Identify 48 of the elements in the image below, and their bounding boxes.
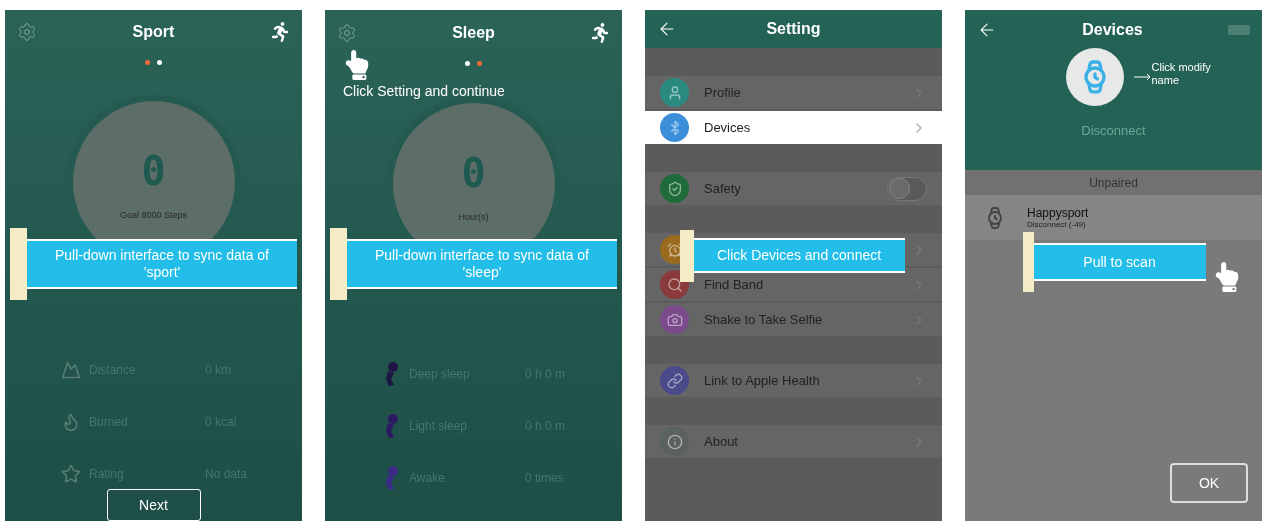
- tape-strip: [1023, 232, 1034, 292]
- pointing-hand-icon: [345, 50, 369, 80]
- progress-value: 0: [141, 150, 166, 191]
- ok-button[interactable]: OK: [1170, 463, 1248, 503]
- hint-toast: Pull to scan: [1033, 243, 1206, 281]
- tape-strip: [10, 228, 27, 300]
- row-label: Devices: [704, 118, 751, 137]
- row-label: Link to Apple Health: [704, 371, 820, 390]
- next-button[interactable]: Next: [106, 489, 201, 521]
- device-row[interactable]: Happysport Disconnect (-49): [965, 195, 1262, 240]
- device-status: Disconnect (-49): [1027, 219, 1086, 230]
- settings-row[interactable]: Shake to Take Selfie: [645, 303, 942, 336]
- tape-strip: [680, 230, 694, 282]
- pointing-hand-icon: [1215, 262, 1239, 292]
- section-header: Unpaired: [965, 170, 1262, 195]
- row-label: Safety: [704, 179, 741, 198]
- hint-text: Click modify name: [1151, 61, 1212, 87]
- screen-title: Setting: [766, 19, 821, 39]
- progress-caption: Hour(s): [458, 211, 489, 224]
- screen-title: Sleep: [452, 22, 495, 43]
- hint-text: Click Setting and continue: [343, 82, 505, 101]
- battery-icon: [1228, 25, 1250, 35]
- row-label: Profile: [704, 83, 741, 102]
- band-avatar[interactable]: [1065, 48, 1124, 106]
- connection-status: Disconnect: [1081, 122, 1146, 140]
- hint-toast: Pull-down interface to sync data of 'sleep': [347, 239, 617, 289]
- row-label: Find Band: [704, 275, 764, 294]
- tape-strip: [330, 228, 347, 300]
- arrow-icon: [1133, 73, 1152, 81]
- progress-value: 0: [461, 153, 486, 193]
- settings-row[interactable]: Link to Apple Health: [645, 364, 942, 397]
- row-label: Shake to Take Selfie: [704, 310, 823, 329]
- settings-row[interactable]: About: [645, 425, 942, 458]
- settings-row[interactable]: Profile: [645, 76, 942, 109]
- settings-row[interactable]: Devices: [645, 111, 942, 144]
- screen-title: Sport: [132, 22, 175, 43]
- stat-icon: [61, 359, 81, 380]
- settings-row[interactable]: Safety: [645, 172, 942, 205]
- row-label: About: [704, 432, 738, 451]
- toggle-switch[interactable]: [887, 176, 927, 201]
- stat-icon: [61, 411, 81, 432]
- hint-toast: Pull-down interface to sync data of 'sport': [27, 239, 297, 289]
- screen-title: Devices: [1082, 20, 1143, 40]
- stat-icon: [61, 463, 81, 484]
- hint-toast: Click Devices and connect: [693, 238, 905, 273]
- running-figure-icon[interactable]: [590, 22, 610, 43]
- running-figure-icon[interactable]: [270, 22, 290, 43]
- device-name: Happysport: [1027, 205, 1089, 220]
